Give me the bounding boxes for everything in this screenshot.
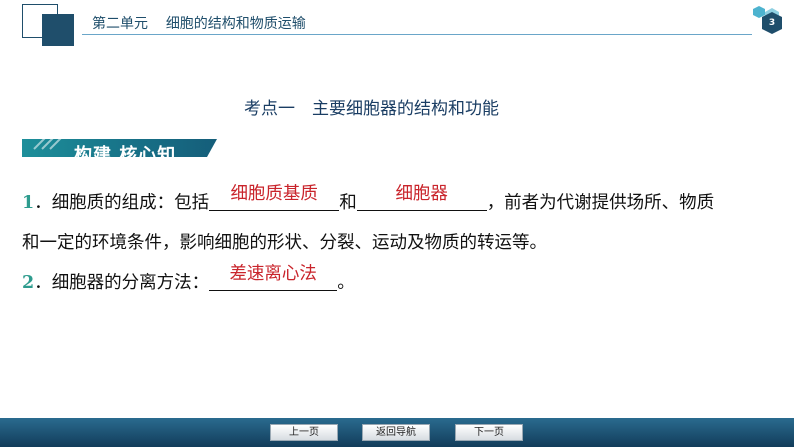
return-nav-button[interactable]: 返回导航 xyxy=(362,424,430,441)
header-divider xyxy=(82,34,752,35)
next-page-button[interactable]: 下一页 xyxy=(455,424,523,441)
page-number-badge: 3 xyxy=(745,5,785,41)
item-text: 。 xyxy=(337,273,355,293)
answer-text: 差速离心法 xyxy=(229,264,317,284)
prev-page-button[interactable]: 上一页 xyxy=(270,424,338,441)
unit-label: 第二单元 xyxy=(92,16,148,32)
item-text: 和 xyxy=(339,193,357,213)
hexagon-icon xyxy=(753,6,782,34)
footer-nav-bar: 上一页 返回导航 下一页 xyxy=(0,418,794,447)
answer-text: 细胞器 xyxy=(395,184,448,204)
item-text: 细胞器的分离方法： xyxy=(51,273,210,293)
item-1-line-2: 和一定的环境条件，影响细胞的形状、分裂、运动及物质的转运等。 xyxy=(22,233,547,253)
banner-text: 构建 核心知 xyxy=(74,145,177,157)
section-banner: 构建 核心知 xyxy=(22,127,217,157)
header-title: 第二单元 细胞的结构和物质运输 xyxy=(92,13,306,33)
logo-square-fill xyxy=(42,14,74,46)
header: 第二单元 细胞的结构和物质运输 3 xyxy=(0,0,794,50)
answer-blank: 细胞器 xyxy=(356,184,487,211)
item-dot: ． xyxy=(34,193,52,213)
item-text: 细胞质的组成：包括 xyxy=(51,193,210,213)
item-number: 1 xyxy=(22,193,35,213)
item-number: 2 xyxy=(22,273,35,293)
page-number: 3 xyxy=(768,18,776,28)
item-2-line: 2．细胞器的分离方法： 差速离心法。 xyxy=(22,264,355,294)
answer-blank: 差速离心法 xyxy=(209,264,338,291)
section-title: 考点一 主要细胞器的结构和功能 xyxy=(244,99,499,119)
item-text: ，前者为代谢提供场所、物质 xyxy=(486,193,715,213)
answer-text: 细胞质基质 xyxy=(230,184,318,204)
item-1-line-1: 1．细胞质的组成：包括 细胞质基质 和 细胞器 ，前者为代谢提供场所、物质 xyxy=(22,184,715,214)
item-dot: ． xyxy=(34,273,52,293)
unit-title: 细胞的结构和物质运输 xyxy=(165,16,306,32)
answer-blank: 细胞质基质 xyxy=(209,184,340,211)
